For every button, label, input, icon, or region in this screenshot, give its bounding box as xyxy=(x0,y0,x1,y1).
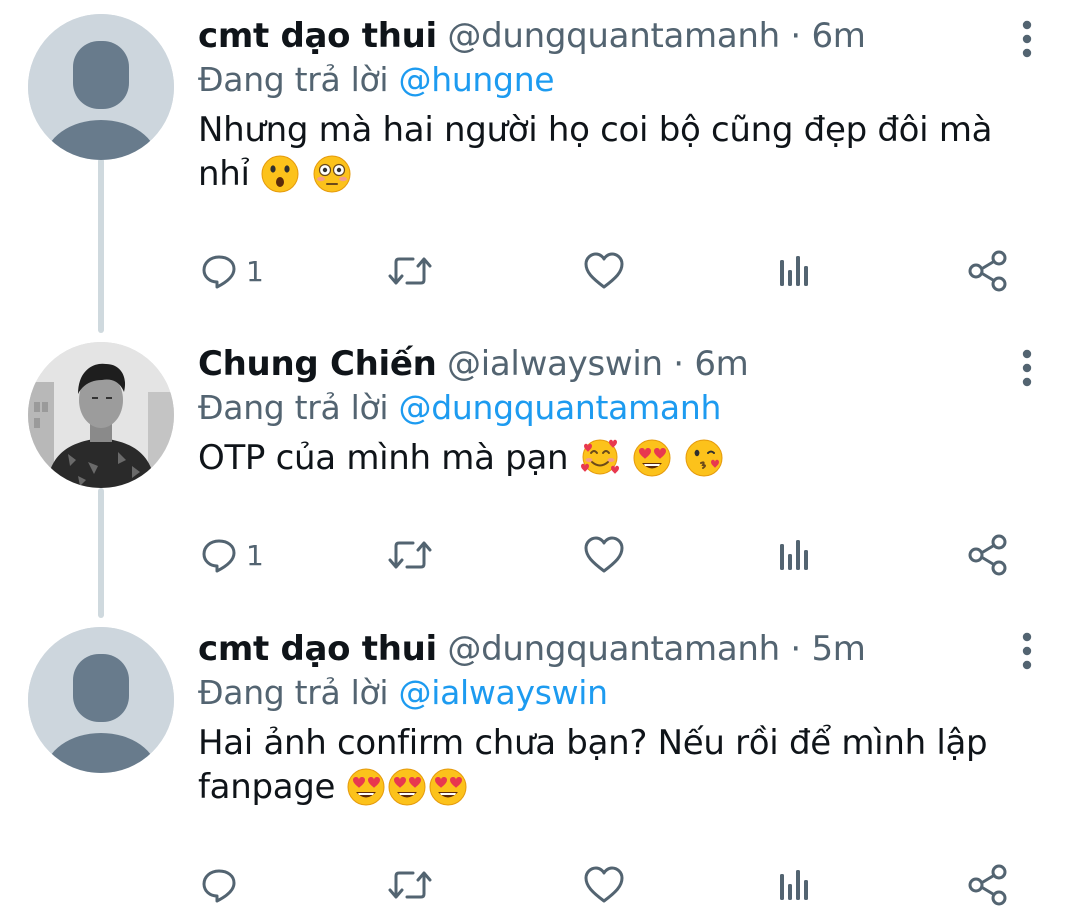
reply-context: Đang trả lời @ialwayswin xyxy=(198,671,1040,715)
analytics-icon xyxy=(780,870,808,900)
separator: · xyxy=(790,16,801,56)
user-handle[interactable]: @dungquantamanh xyxy=(447,16,780,56)
tweet-header: cmt dạo thui @dungquantamanh · 5m xyxy=(198,627,1040,671)
more-options-icon[interactable] xyxy=(1020,19,1034,59)
reply-prefix: Đang trả lời xyxy=(198,388,389,427)
timestamp[interactable]: 5m xyxy=(811,629,865,669)
reply-context: Đang trả lời @hungne xyxy=(198,58,1040,102)
heart-eyes-emoji xyxy=(428,767,468,818)
face-blowing-kiss-emoji xyxy=(684,438,724,489)
analytics-button[interactable] xyxy=(776,860,814,910)
user-handle[interactable]: @ialwayswin xyxy=(447,344,663,384)
share-button[interactable] xyxy=(966,246,1010,296)
retweet-button[interactable] xyxy=(386,530,434,580)
reply-button[interactable] xyxy=(200,860,246,910)
reply-to-handle[interactable]: @hungne xyxy=(399,60,555,99)
tweet-text: OTP của mình mà pạn xyxy=(198,436,1040,489)
reply-prefix: Đang trả lời xyxy=(198,60,389,99)
like-button[interactable] xyxy=(582,530,626,580)
heart-eyes-emoji xyxy=(387,767,427,818)
reply-button[interactable]: 1 xyxy=(200,530,264,580)
more-options-icon[interactable] xyxy=(1020,348,1034,388)
display-name[interactable]: cmt dạo thui xyxy=(198,629,437,669)
analytics-button[interactable] xyxy=(776,246,814,296)
share-icon xyxy=(968,250,1007,292)
reply-count: 1 xyxy=(246,538,264,572)
tweet-text-line-2: fanpage xyxy=(198,765,1040,818)
user-handle[interactable]: @dungquantamanh xyxy=(447,629,780,669)
share-button[interactable] xyxy=(966,860,1010,910)
retweet-icon xyxy=(388,541,432,569)
hushed-face-emoji xyxy=(260,154,300,205)
retweet-icon xyxy=(388,871,432,899)
share-icon xyxy=(968,864,1007,906)
tweet-text-line: Hai ảnh confirm chưa bạn? Nếu rồi để mìn… xyxy=(198,723,988,763)
heart-eyes-emoji xyxy=(346,767,386,818)
smiling-face-with-hearts-emoji xyxy=(579,436,621,489)
avatar[interactable] xyxy=(28,342,174,488)
photo-avatar-icon xyxy=(28,342,174,488)
analytics-icon xyxy=(780,540,808,570)
like-button[interactable] xyxy=(582,246,626,296)
reply-button[interactable]: 1 xyxy=(200,246,264,296)
reply-icon xyxy=(202,255,236,289)
thread-line xyxy=(98,158,104,333)
retweet-button[interactable] xyxy=(386,860,434,910)
retweet-button[interactable] xyxy=(386,246,434,296)
avatar[interactable] xyxy=(28,14,174,160)
retweet-icon xyxy=(388,257,432,285)
reply-icon xyxy=(202,539,236,573)
tweet-text: Nhưng mà hai người họ coi bộ cũng đẹp đô… xyxy=(198,108,1040,205)
display-name[interactable]: cmt dạo thui xyxy=(198,16,437,56)
tweet-text: Hai ảnh confirm chưa bạn? Nếu rồi để mìn… xyxy=(198,721,1040,818)
tweet-actions: 1 xyxy=(198,246,1040,296)
thread-line xyxy=(98,488,104,618)
separator: · xyxy=(673,344,684,384)
avatar[interactable] xyxy=(28,627,174,773)
like-icon xyxy=(584,536,624,573)
reply-to-handle[interactable]: @dungquantamanh xyxy=(399,388,722,427)
reply-prefix: Đang trả lời xyxy=(198,673,389,712)
flushed-face-emoji xyxy=(312,154,352,205)
tweet-text-body: OTP của mình mà pạn xyxy=(198,438,569,478)
timestamp[interactable]: 6m xyxy=(694,344,748,384)
tweet-actions xyxy=(198,860,1040,910)
separator: · xyxy=(790,629,801,669)
share-button[interactable] xyxy=(966,530,1010,580)
analytics-icon xyxy=(780,256,808,286)
reply-count: 1 xyxy=(246,254,264,288)
tweet-text-line: fanpage xyxy=(198,767,336,807)
like-button[interactable] xyxy=(582,860,626,910)
like-icon xyxy=(584,866,624,903)
share-icon xyxy=(968,534,1007,576)
default-avatar-icon xyxy=(28,627,174,773)
display-name[interactable]: Chung Chiến xyxy=(198,344,437,384)
tweet-actions: 1 xyxy=(198,530,1040,580)
tweet-header: Chung Chiến @ialwayswin · 6m xyxy=(198,342,1040,386)
timestamp[interactable]: 6m xyxy=(811,16,865,56)
analytics-button[interactable] xyxy=(776,530,814,580)
reply-context: Đang trả lời @dungquantamanh xyxy=(198,386,1040,430)
default-avatar-icon xyxy=(28,14,174,160)
reply-icon xyxy=(202,869,236,903)
reply-to-handle[interactable]: @ialwayswin xyxy=(399,673,609,712)
tweet-header: cmt dạo thui @dungquantamanh · 6m xyxy=(198,14,1040,58)
like-icon xyxy=(584,252,624,289)
more-options-icon[interactable] xyxy=(1020,631,1034,671)
heart-eyes-emoji xyxy=(632,438,672,489)
